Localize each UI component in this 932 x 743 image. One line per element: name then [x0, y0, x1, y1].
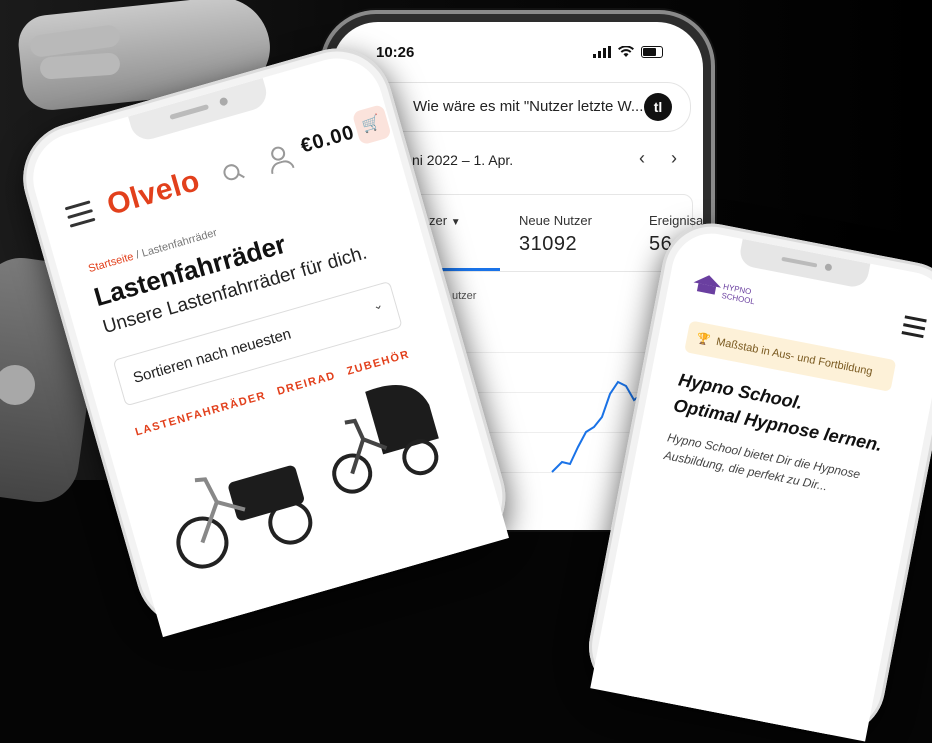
sort-value: Sortieren nach neuesten — [131, 325, 294, 387]
wifi-icon — [618, 46, 634, 57]
trophy-icon: 🏆 — [695, 332, 712, 347]
next-button[interactable]: › — [671, 148, 677, 169]
search-icon[interactable] — [221, 162, 242, 183]
graduation-cap-icon[interactable] — [692, 272, 723, 296]
cargo-trike-image[interactable] — [305, 363, 460, 505]
signal-icon — [593, 46, 611, 58]
metric-users-tab[interactable]: zer ▼ — [429, 213, 461, 228]
badge-text: Maßstab in Aus- und Fortbildung — [715, 335, 874, 379]
olvelo-logo[interactable]: Olvelo — [103, 164, 203, 223]
cargo-bike-image[interactable] — [149, 423, 326, 580]
cart-total[interactable]: €0.00 — [298, 121, 357, 158]
metric-new-users-value: 31092 — [519, 233, 578, 255]
chevron-down-icon: ⌄ — [370, 296, 385, 314]
date-nav: ‹ › — [639, 148, 677, 169]
user-icon[interactable] — [265, 144, 295, 175]
metric1-label: zer — [429, 213, 448, 228]
dropdown-caret-icon: ▼ — [450, 217, 461, 228]
status-icons — [593, 46, 663, 58]
status-time: 10:26 — [376, 44, 415, 61]
prev-button[interactable]: ‹ — [639, 148, 645, 169]
hypno-logo-text[interactable]: HYPNO SCHOOL — [721, 282, 756, 306]
battery-icon — [641, 46, 663, 58]
cart-icon[interactable]: 🛒 — [351, 103, 392, 146]
menu-icon[interactable] — [64, 200, 97, 233]
avatar[interactable]: tl — [644, 93, 672, 121]
date-range[interactable]: ni 2022 – 1. Apr. — [412, 152, 513, 168]
search-query: Wie wäre es mit "Nutzer letzte W... — [413, 98, 644, 115]
search-bar[interactable]: Wie wäre es mit "Nutzer letzte W... tl — [352, 82, 691, 132]
chart-legend: utzer — [452, 290, 477, 302]
menu-icon[interactable] — [901, 315, 927, 343]
metric-new-users-label[interactable]: Neue Nutzer — [519, 213, 592, 228]
